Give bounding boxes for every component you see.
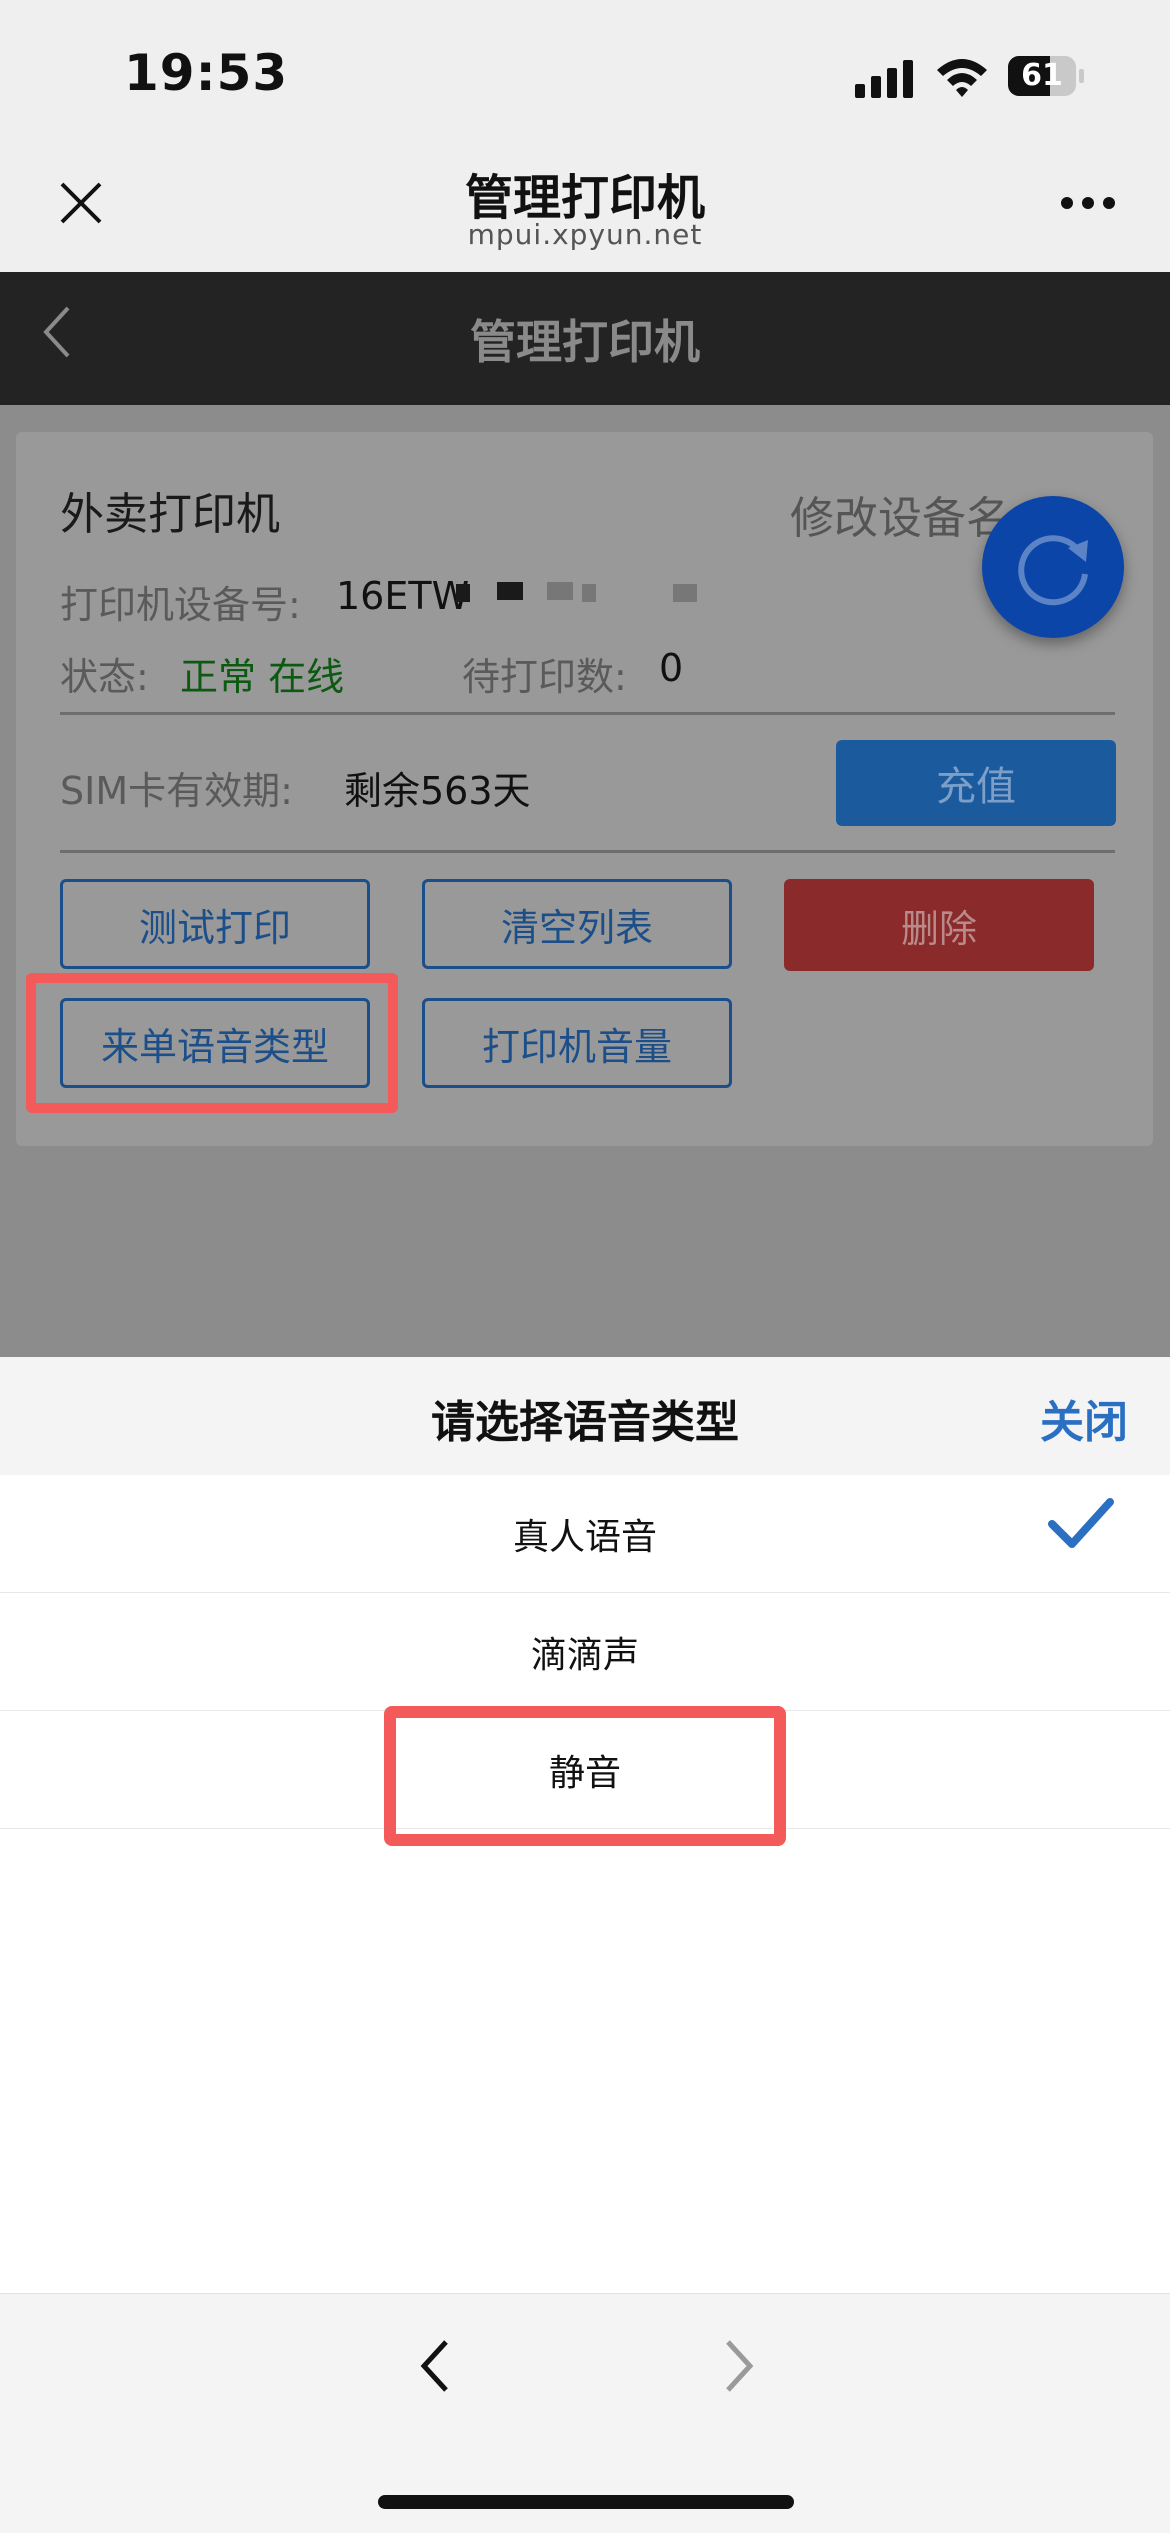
sim-value: 剩余563天 [344,769,531,813]
refresh-button[interactable] [982,496,1124,638]
pending-value: 0 [659,646,684,690]
sheet-close-button[interactable]: 关闭 [1040,1386,1128,1450]
battery-level: 61 [1021,58,1063,93]
option-beep[interactable]: 滴滴声 [0,1593,1170,1711]
device-no-label: 打印机设备号: [60,583,301,627]
printer-volume-button[interactable]: 打印机音量 [422,998,732,1088]
clear-list-button[interactable]: 清空列表 [422,879,732,969]
rename-device-link[interactable]: 修改设备名 [790,482,1010,546]
status-value: 正常 在线 [180,655,345,699]
page-title: 管理打印机 [470,315,700,369]
redaction-mark [456,584,470,602]
status-time: 19:53 [124,44,289,102]
highlight-box [26,973,398,1113]
test-print-button[interactable]: 测试打印 [60,879,370,969]
option-real-voice[interactable]: 真人语音 [0,1475,1170,1593]
battery-icon: 61 [1008,56,1088,96]
delete-button[interactable]: 删除 [784,879,1094,971]
cellular-signal-icon [855,60,913,98]
highlight-box [384,1706,786,1846]
browser-back-icon[interactable] [416,2336,456,2396]
recharge-button[interactable]: 充值 [836,740,1116,826]
home-indicator [378,2495,794,2509]
pending-label: 待打印数: [462,655,627,699]
sim-label: SIM卡有效期: [60,769,293,813]
status-label: 状态: [60,655,149,699]
divider [60,712,1115,715]
divider [60,850,1115,853]
redaction-mark [497,582,523,600]
checkmark-icon [1048,1498,1114,1548]
device-name: 外卖打印机 [60,489,280,540]
webview-domain: mpui.xpyun.net [467,218,703,251]
wifi-icon [937,59,987,97]
redaction-mark [582,584,596,602]
redaction-mark [547,582,573,600]
refresh-icon [1018,535,1088,606]
device-no-value: 16ETW [336,574,470,618]
browser-forward-icon[interactable] [718,2336,758,2396]
redaction-mark [673,584,697,602]
sheet-title: 请选择语音类型 [431,1397,739,1448]
more-options-icon[interactable] [1060,196,1116,210]
